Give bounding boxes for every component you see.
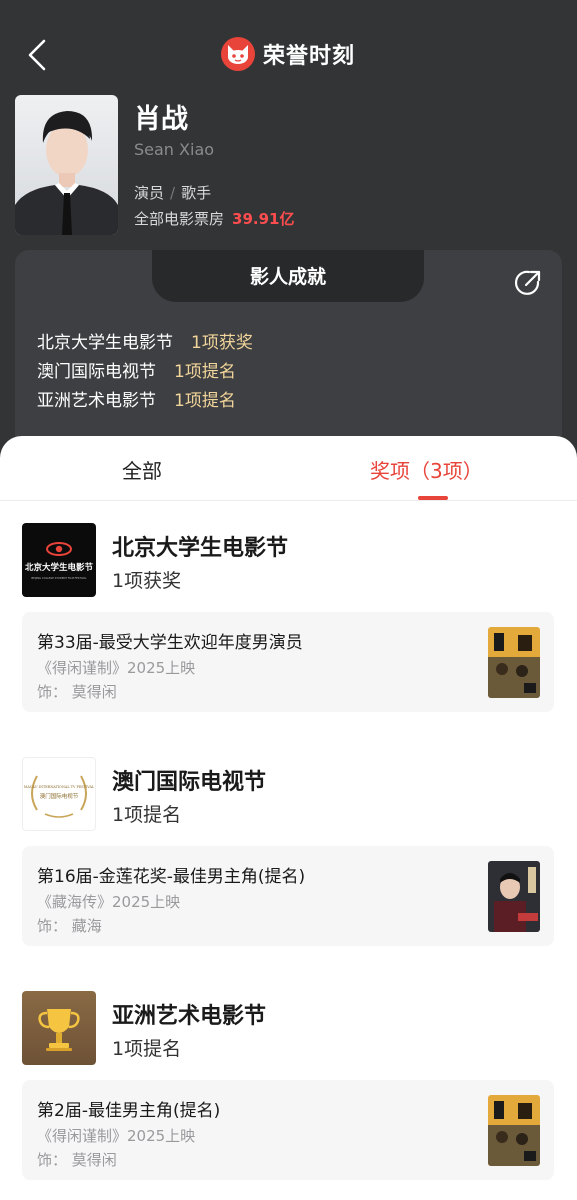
achievement-festival: 澳门国际电视节 (37, 362, 156, 382)
share-icon (514, 270, 541, 295)
festival-name: 澳门国际电视节 (112, 770, 267, 795)
person-roles: 演员 / 歌手 (134, 182, 211, 203)
achievement-count: 1项获奖 (191, 333, 253, 353)
achievement-row: 亚洲艺术电影节 1项提名 (37, 386, 236, 411)
festival-logo-subtext: BEIJING COLLEGE STUDENT FILM FESTIVAL (31, 576, 87, 580)
festival-name: 亚洲艺术电影节 (112, 1004, 267, 1029)
festival-count: 1项提名 (112, 804, 182, 826)
festival-logo: MACAU INTERNATIONAL TV FESTIVAL 澳门国际电视节 (22, 757, 96, 831)
role-singer: 歌手 (181, 184, 212, 202)
festival-logo (22, 991, 96, 1065)
achievement-festival: 北京大学生电影节 (37, 333, 173, 353)
movie-poster[interactable] (488, 1095, 540, 1166)
brand: 荣誉时刻 (221, 36, 355, 72)
top-bar: 荣誉时刻 (0, 0, 577, 100)
tabs-divider (0, 500, 577, 501)
box-office: 全部电影票房 39.91亿 (134, 208, 294, 229)
avatar (15, 95, 118, 235)
festival-logo-text: 北京大学生电影节 (25, 562, 94, 573)
box-office-label: 全部电影票房 (134, 210, 225, 228)
award-movie: 《藏海传》2025上映 (37, 893, 181, 911)
role-actor: 演员 (134, 184, 165, 202)
tab-all[interactable]: 全部 (122, 455, 162, 484)
festival-logo-subtext: MACAU INTERNATIONAL TV FESTIVAL (24, 785, 95, 789)
chevron-left-icon (28, 39, 46, 71)
achievement-title: 影人成就 (249, 266, 326, 288)
award-title: 第33届-最受大学生欢迎年度男演员 (37, 633, 303, 653)
person-name: 肖战 (134, 104, 188, 135)
award-title: 第16届-金莲花奖-最佳男主角(提名) (37, 867, 306, 887)
festival-name: 北京大学生电影节 (112, 536, 289, 561)
achievement-festival: 亚洲艺术电影节 (37, 391, 156, 411)
movie-poster[interactable] (488, 861, 540, 932)
tab-awards[interactable]: 奖项（3项） (370, 455, 483, 484)
award-movie: 《得闲谨制》2025上映 (37, 659, 196, 677)
achievement-count: 1项提名 (174, 391, 236, 411)
award-role: 饰： 莫得闲 (37, 683, 117, 701)
festival-logo: 北京大学生电影节 BEIJING COLLEGE STUDENT FILM FE… (22, 523, 96, 597)
achievement-count: 1项提名 (174, 362, 236, 382)
back-button[interactable] (22, 38, 52, 72)
festival-count: 1项获奖 (112, 570, 182, 592)
award-role: 饰： 莫得闲 (37, 1151, 117, 1169)
person-english-name: Sean Xiao (134, 140, 215, 159)
role-separator: / (170, 184, 176, 202)
movie-poster[interactable] (488, 627, 540, 698)
award-title: 第2届-最佳男主角(提名) (37, 1101, 221, 1121)
share-button[interactable] (513, 268, 543, 298)
achievement-row: 北京大学生电影节 1项获奖 (37, 328, 253, 353)
brand-title: 荣誉时刻 (263, 44, 356, 69)
award-role: 饰： 藏海 (37, 917, 102, 935)
festival-logo-text: 澳门国际电视节 (40, 792, 79, 800)
trophy-icon (38, 1009, 80, 1051)
achievement-row: 澳门国际电视节 1项提名 (37, 357, 236, 382)
box-office-value: 39.91亿 (232, 210, 295, 228)
cat-logo-icon (221, 37, 255, 71)
festival-count: 1项提名 (112, 1038, 182, 1060)
award-movie: 《得闲谨制》2025上映 (37, 1127, 196, 1145)
